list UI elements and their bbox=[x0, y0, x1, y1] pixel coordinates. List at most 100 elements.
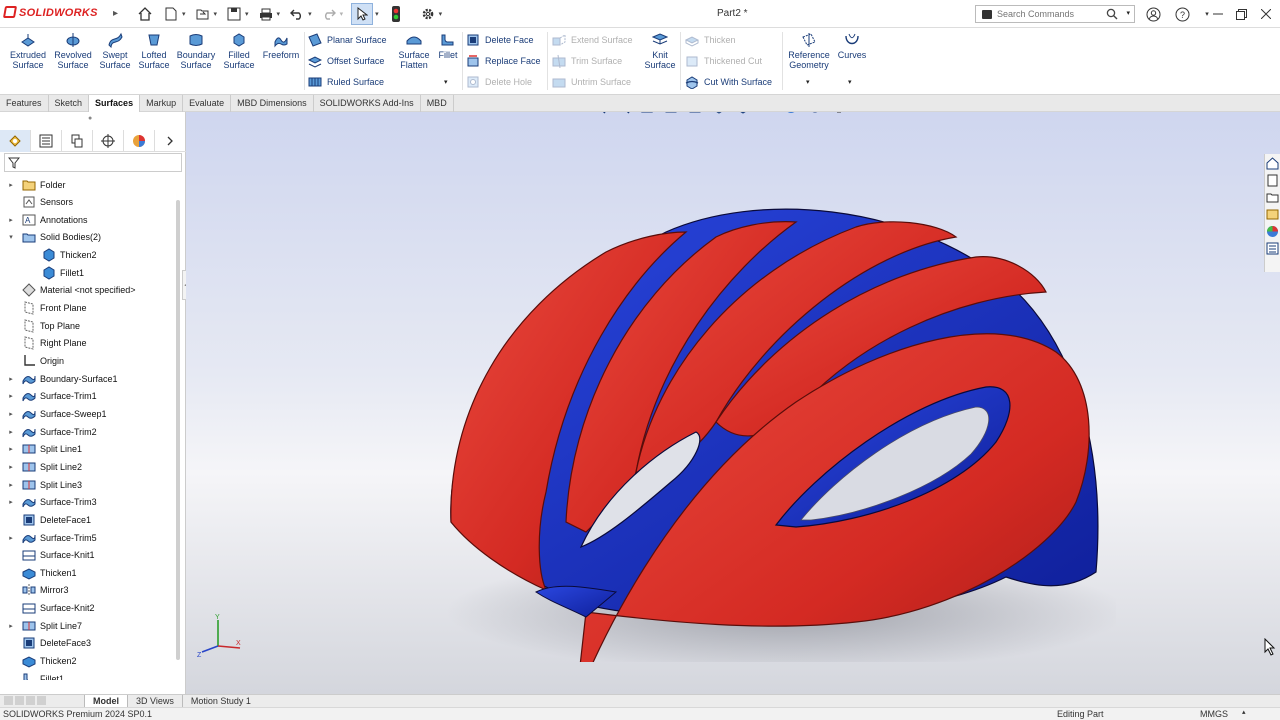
design-library-icon[interactable] bbox=[1266, 174, 1279, 187]
save-icon[interactable] bbox=[225, 5, 243, 23]
revolved-surface-button[interactable]: Revolved Surface bbox=[52, 32, 94, 70]
custom-properties-icon[interactable] bbox=[1266, 242, 1279, 255]
tree-item-split-line2[interactable]: ▸ Split Line2 bbox=[0, 458, 82, 475]
reference-dropdown-icon[interactable]: ▾ bbox=[806, 78, 810, 86]
swept-surface-button[interactable]: Swept Surface bbox=[96, 32, 134, 70]
dynamic-annotation-icon[interactable] bbox=[687, 112, 703, 115]
tree-item-thicken1[interactable]: Thicken1 bbox=[0, 564, 77, 581]
zoom-to-fit-icon[interactable] bbox=[591, 112, 607, 115]
panel-more-icon[interactable] bbox=[155, 130, 186, 152]
apply-scene-icon[interactable] bbox=[807, 112, 823, 115]
tab-markup[interactable]: Markup bbox=[140, 95, 184, 112]
next-tab-icon[interactable] bbox=[26, 695, 35, 705]
tree-item-front-plane[interactable]: Front Plane bbox=[0, 300, 87, 317]
extend-surface-button[interactable]: Extend Surface bbox=[552, 32, 633, 48]
tree-item-top-plane[interactable]: Top Plane bbox=[0, 317, 80, 334]
status-units[interactable]: MMGS bbox=[1200, 709, 1228, 719]
undo-dropdown-icon[interactable]: ▾ bbox=[308, 10, 312, 18]
view-settings-icon[interactable] bbox=[831, 112, 847, 115]
tree-item-folder[interactable]: ▸ Folder bbox=[0, 176, 66, 193]
graphics-area[interactable]: Y X Z bbox=[186, 112, 1280, 694]
tree-item-surface-knit2[interactable]: Surface-Knit2 bbox=[0, 600, 95, 617]
flatten-dropdown-icon[interactable]: ▾ bbox=[444, 78, 448, 86]
tree-item-surface-trim1[interactable]: ▸ Surface-Trim1 bbox=[0, 388, 97, 405]
tree-item-split-line7[interactable]: ▸ Split Line7 bbox=[0, 617, 82, 634]
tab-features[interactable]: Features bbox=[0, 95, 49, 112]
tab-mbd[interactable]: MBD bbox=[421, 95, 454, 112]
tab-surfaces[interactable]: Surfaces bbox=[89, 95, 141, 112]
ruled-surface-button[interactable]: Ruled Surface bbox=[308, 74, 384, 90]
tree-item-thicken2[interactable]: Thicken2 bbox=[0, 653, 77, 670]
fillet-button[interactable]: Fillet bbox=[436, 32, 460, 60]
tab-solidworks-add-ins[interactable]: SOLIDWORKS Add-Ins bbox=[314, 95, 421, 112]
print-dropdown-icon[interactable]: ▾ bbox=[277, 10, 281, 18]
bottom-tab-motion-study-1[interactable]: Motion Study 1 bbox=[181, 694, 259, 708]
help-icon[interactable]: ? bbox=[1173, 5, 1191, 23]
freeform-button[interactable]: Freeform bbox=[260, 32, 302, 60]
search-input[interactable] bbox=[997, 9, 1107, 19]
redo-icon[interactable] bbox=[320, 5, 338, 23]
feature-manager-tab[interactable] bbox=[0, 130, 31, 152]
dimxpert-manager-tab[interactable] bbox=[93, 130, 124, 152]
select-dropdown-icon[interactable]: ▾ bbox=[375, 10, 379, 18]
tree-item-origin[interactable]: Origin bbox=[0, 353, 64, 370]
delete-hole-button[interactable]: Delete Hole bbox=[466, 74, 532, 90]
prev-tab-icon[interactable] bbox=[15, 695, 24, 705]
solidworks-logo[interactable]: SOLIDWORKS bbox=[2, 6, 98, 19]
solidworks-resources-icon[interactable] bbox=[1266, 157, 1279, 170]
curves-button[interactable]: Curves bbox=[836, 32, 868, 60]
panel-grip[interactable]: ● bbox=[88, 115, 92, 122]
tree-item-deleteface1[interactable]: DeleteFace1 bbox=[0, 511, 91, 528]
user-account-icon[interactable] bbox=[1144, 5, 1162, 23]
view-palette-icon[interactable] bbox=[1266, 208, 1279, 221]
minimize-icon[interactable] bbox=[1209, 5, 1227, 23]
section-view-icon[interactable] bbox=[663, 112, 679, 115]
tree-item-split-line3[interactable]: ▸ Split Line3 bbox=[0, 476, 82, 493]
hide-show-items-icon[interactable] bbox=[759, 112, 775, 115]
tree-item-fillet1[interactable]: Fillet1 bbox=[0, 264, 84, 281]
tab-sketch[interactable]: Sketch bbox=[49, 95, 90, 112]
expand-arrow-icon[interactable]: ▸ bbox=[6, 622, 16, 630]
tree-item-thicken2[interactable]: Thicken2 bbox=[0, 247, 97, 264]
thicken-button[interactable]: Thicken bbox=[685, 32, 736, 48]
bottom-tab-3d-views[interactable]: 3D Views bbox=[127, 694, 182, 708]
knit-surface-button[interactable]: Knit Surface bbox=[642, 32, 678, 70]
boundary-surface-button[interactable]: Boundary Surface bbox=[175, 32, 217, 70]
tree-item-surface-sweep1[interactable]: ▸ Surface-Sweep1 bbox=[0, 405, 107, 422]
new-document-icon[interactable] bbox=[162, 5, 180, 23]
options-dropdown-icon[interactable]: ▾ bbox=[439, 10, 443, 18]
expand-arrow-icon[interactable]: ▸ bbox=[6, 216, 16, 224]
tree-item-surface-trim3[interactable]: ▸ Surface-Trim3 bbox=[0, 494, 97, 511]
configuration-manager-tab[interactable] bbox=[62, 130, 93, 152]
appearances-scenes-icon[interactable] bbox=[1266, 225, 1279, 238]
new-dropdown-icon[interactable]: ▾ bbox=[182, 10, 186, 18]
search-commands-box[interactable]: ▾ bbox=[975, 5, 1135, 23]
expand-arrow-icon[interactable]: ▸ bbox=[6, 392, 16, 400]
restore-icon[interactable] bbox=[1232, 5, 1250, 23]
tree-item-mirror3[interactable]: Mirror3 bbox=[0, 582, 69, 599]
cut-with-surface-button[interactable]: Cut With Surface bbox=[685, 74, 772, 90]
replace-face-button[interactable]: Replace Face bbox=[466, 53, 541, 69]
delete-face-button[interactable]: Delete Face bbox=[466, 32, 534, 48]
expand-arrow-icon[interactable]: ▸ bbox=[6, 375, 16, 383]
expand-arrow-icon[interactable]: ▸ bbox=[6, 445, 16, 453]
expand-arrow-icon[interactable]: ▸ bbox=[6, 181, 16, 189]
tree-scrollbar[interactable] bbox=[176, 200, 180, 660]
view-orientation-icon[interactable] bbox=[711, 112, 727, 115]
planar-surface-button[interactable]: Planar Surface bbox=[308, 32, 387, 48]
zoom-to-area-icon[interactable] bbox=[615, 112, 631, 115]
bottom-tab-model[interactable]: Model bbox=[84, 694, 127, 708]
expand-arrow-icon[interactable]: ▸ bbox=[6, 428, 16, 436]
last-tab-icon[interactable] bbox=[37, 695, 46, 705]
home-icon[interactable] bbox=[136, 5, 154, 23]
lofted-surface-button[interactable]: Lofted Surface bbox=[135, 32, 173, 70]
display-style-icon[interactable] bbox=[735, 112, 751, 115]
untrim-surface-button[interactable]: Untrim Surface bbox=[552, 74, 631, 90]
tab-evaluate[interactable]: Evaluate bbox=[183, 95, 232, 112]
expand-arrow-icon[interactable]: ▸ bbox=[6, 410, 16, 418]
tree-item-annotations[interactable]: ▸ A Annotations bbox=[0, 211, 88, 228]
surface-flatten-button[interactable]: Surface Flatten bbox=[396, 32, 432, 70]
menu-expand-icon[interactable]: ▸ bbox=[113, 8, 118, 19]
search-dropdown-icon[interactable]: ▾ bbox=[1126, 9, 1130, 17]
tree-item-material-not-specified[interactable]: Material <not specified> bbox=[0, 282, 136, 299]
